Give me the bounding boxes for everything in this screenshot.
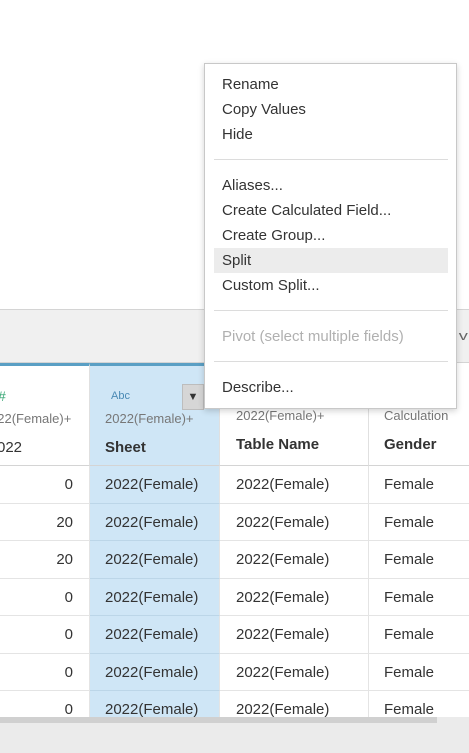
table-cell: Female: [369, 579, 469, 616]
column-origin: 022(Female)+: [0, 411, 72, 426]
table-cell: 0: [0, 578, 90, 616]
table-cell: 2022(Female): [220, 578, 369, 616]
table-cell: Female: [369, 616, 469, 654]
menu-item-aliases[interactable]: Aliases...: [214, 173, 448, 198]
column-name: 022: [0, 439, 23, 456]
grid-column-1: # 022(Female)+ 022 0 20 20 0 0 0 0: [0, 363, 90, 753]
table-cell: 20: [0, 541, 90, 579]
grid-column-table-name: 2022(Female)+ Table Name 2022(Female) 20…: [220, 363, 369, 753]
menu-item-split[interactable]: Split: [214, 248, 448, 273]
number-icon: #: [0, 388, 6, 404]
menu-separator: [214, 310, 448, 311]
table-cell: Female: [369, 504, 469, 541]
string-icon: Abc: [111, 390, 130, 402]
table-cell: 2022(Female): [90, 616, 220, 654]
table-cell: 0: [0, 466, 90, 504]
menu-item-pivot: Pivot (select multiple fields): [222, 328, 404, 345]
table-cell: Female: [369, 466, 469, 504]
column-origin: Calculation: [384, 408, 449, 423]
table-cell: 2022(Female): [90, 466, 220, 504]
column-dropdown-button[interactable]: ▼: [182, 384, 204, 410]
table-cell: 2022(Female): [220, 541, 369, 579]
column-origin: 2022(Female)+: [236, 408, 325, 423]
menu-separator: [214, 159, 448, 160]
menu-item-copy-values[interactable]: Copy Values: [214, 97, 448, 122]
column-context-menu: Rename Copy Values Hide Aliases... Creat…: [204, 63, 457, 409]
grid-column-gender: Calculation Gender Female Female Female …: [369, 363, 469, 753]
table-cell: 2022(Female): [220, 466, 369, 504]
menu-item-hide[interactable]: Hide: [214, 122, 448, 147]
table-cell: 0: [0, 653, 90, 691]
grid-column-sheet: Abc ▼ 2022(Female)+ Sheet 2022(Female) 2…: [90, 363, 220, 753]
menu-item-custom-split[interactable]: Custom Split...: [214, 273, 448, 298]
menu-item-describe[interactable]: Describe...: [214, 375, 448, 400]
menu-item-create-group[interactable]: Create Group...: [214, 223, 448, 248]
horizontal-scrollbar[interactable]: [0, 717, 469, 753]
menu-item-rename[interactable]: Rename: [214, 72, 448, 97]
table-cell: 20: [0, 503, 90, 541]
table-cell: Female: [369, 654, 469, 691]
column-header[interactable]: # 022(Female)+ 022: [0, 363, 90, 466]
column-origin: 2022(Female)+: [105, 411, 194, 426]
table-cell: 2022(Female): [90, 541, 220, 579]
scrollbar-thumb[interactable]: [0, 717, 437, 723]
chevron-down-icon[interactable]: v: [458, 328, 467, 343]
column-name: Gender: [384, 436, 437, 453]
column-header-selected[interactable]: Abc ▼ 2022(Female)+ Sheet: [90, 363, 220, 466]
table-cell: 0: [0, 616, 90, 654]
table-cell: 2022(Female): [90, 578, 220, 616]
menu-separator: [214, 361, 448, 362]
table-cell: 2022(Female): [220, 503, 369, 541]
table-cell: 2022(Female): [90, 503, 220, 541]
menu-item-create-calculated-field[interactable]: Create Calculated Field...: [214, 198, 448, 223]
table-cell: 2022(Female): [220, 653, 369, 691]
table-cell: 2022(Female): [220, 616, 369, 654]
column-name: Table Name: [236, 436, 320, 453]
table-cell: 2022(Female): [90, 653, 220, 691]
column-name: Sheet: [105, 439, 146, 456]
table-cell: Female: [369, 541, 469, 579]
